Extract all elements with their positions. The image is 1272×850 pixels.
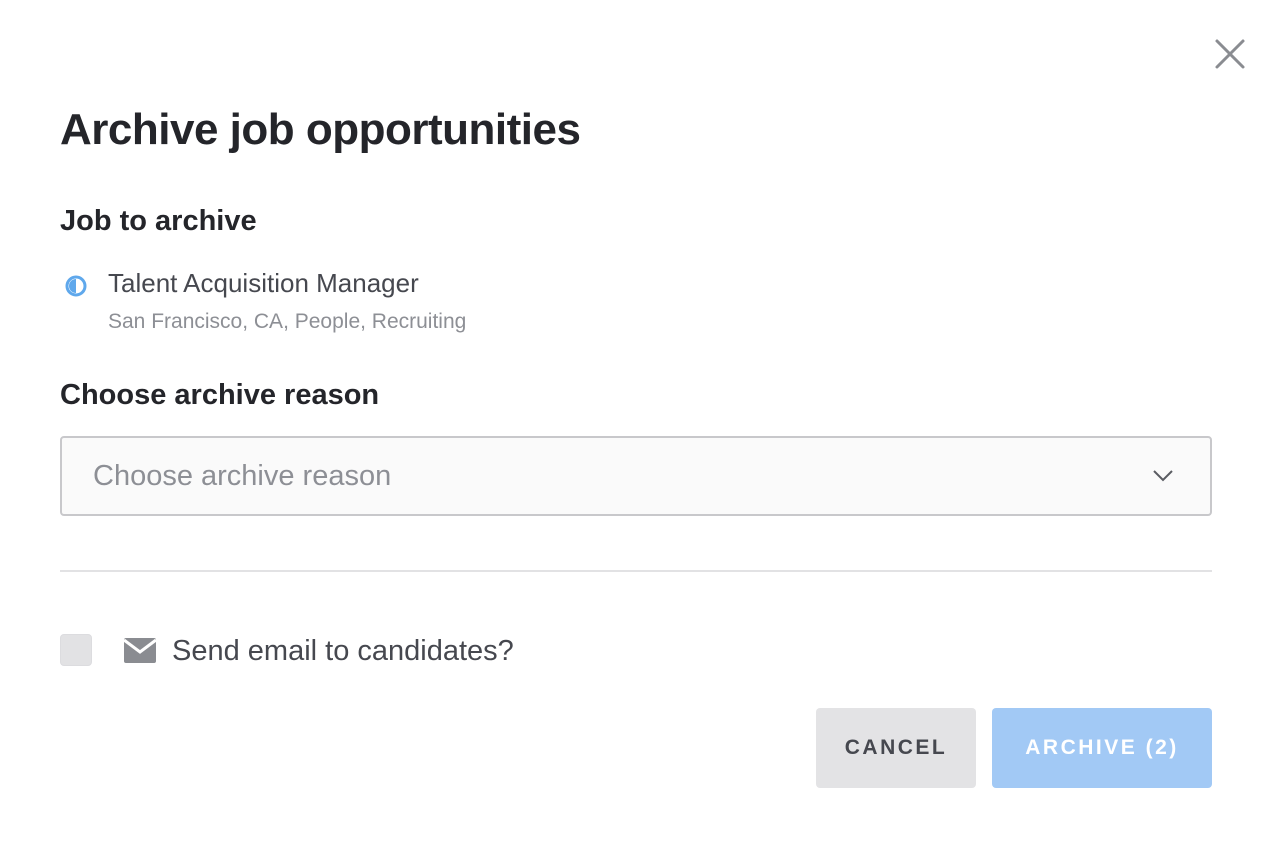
close-icon <box>1215 39 1245 69</box>
job-section-label: Job to archive <box>60 205 257 237</box>
job-meta: San Francisco, CA, People, Recruiting <box>108 310 467 333</box>
close-button[interactable] <box>1212 36 1248 72</box>
select-placeholder: Choose archive reason <box>93 460 392 492</box>
archive-dialog: Archive job opportunities Job to archive… <box>0 0 1272 850</box>
archive-reason-select[interactable]: Choose archive reason <box>60 436 1212 516</box>
job-title: Talent Acquisition Manager <box>108 268 419 298</box>
chevron-down-icon <box>1153 470 1173 482</box>
reason-section-label: Choose archive reason <box>60 379 380 411</box>
cancel-button[interactable]: CANCEL <box>816 708 976 788</box>
envelope-icon <box>123 638 157 663</box>
divider <box>60 570 1212 572</box>
archive-button[interactable]: ARCHIVE (2) <box>992 708 1212 788</box>
send-email-label[interactable]: Send email to candidates? <box>172 633 514 669</box>
half-filled-circle-icon <box>65 275 87 297</box>
dialog-title: Archive job opportunities <box>60 105 581 154</box>
send-email-checkbox[interactable] <box>60 634 92 666</box>
